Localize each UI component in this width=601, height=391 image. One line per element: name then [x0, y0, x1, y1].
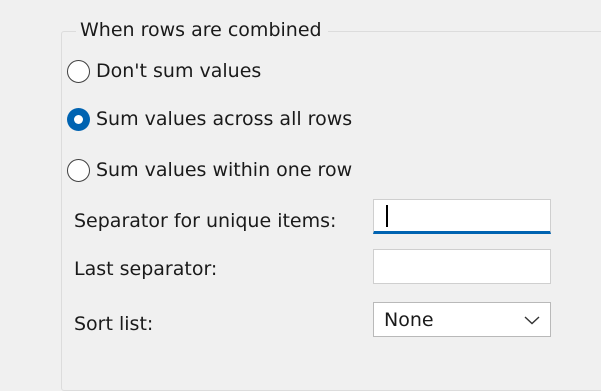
last-separator-input[interactable] [373, 249, 551, 284]
text-caret [386, 205, 388, 227]
sort-list-label: Sort list: [74, 313, 154, 335]
sort-list-dropdown[interactable]: None [373, 302, 551, 337]
radio-label-dont-sum: Don't sum values [96, 60, 262, 82]
separator-input[interactable] [373, 199, 551, 234]
group-legend: When rows are combined [76, 16, 328, 44]
radio-button-unchecked[interactable] [67, 59, 90, 83]
radio-sum-within-row[interactable]: Sum values within one row [67, 155, 352, 185]
radio-button-unchecked[interactable] [67, 158, 90, 182]
radio-dont-sum[interactable]: Don't sum values [67, 56, 261, 86]
radio-button-checked[interactable] [67, 107, 90, 131]
last-separator-label: Last separator: [74, 258, 218, 280]
separator-label: Separator for unique items: [74, 210, 337, 232]
sort-list-value: None [384, 308, 434, 331]
radio-sum-across-rows[interactable]: Sum values across all rows [67, 104, 352, 134]
radio-label-sum-across-rows: Sum values across all rows [96, 108, 353, 130]
radio-label-sum-within-row: Sum values within one row [96, 159, 353, 181]
chevron-down-icon [524, 315, 540, 324]
